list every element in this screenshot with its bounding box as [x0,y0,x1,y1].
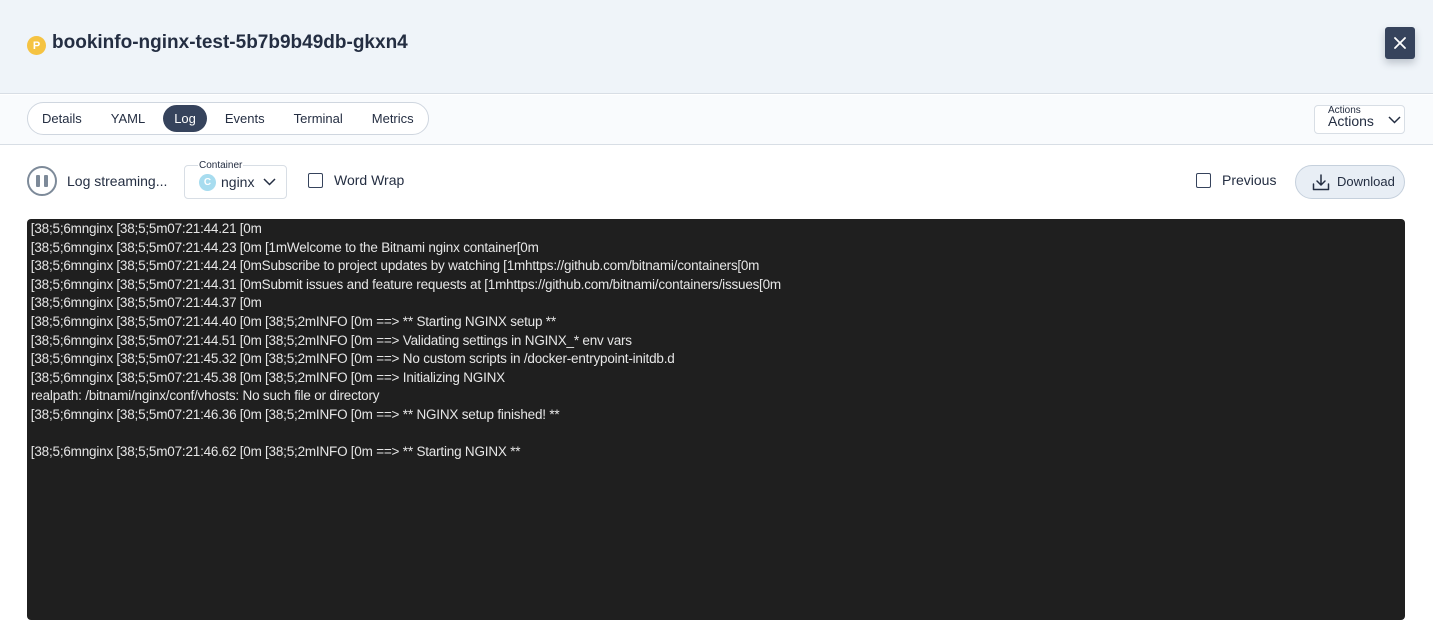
download-icon [1312,174,1330,191]
actions-label: Actions [1328,113,1374,129]
container-select-label: Container [198,160,243,171]
log-line: [38;5;6mnginx [38;5;5m07:21:44.24 [0m… [31,257,1405,276]
log-line: [38;5;6mnginx [38;5;5m07:21:45.32 [0m… [31,350,1405,369]
pod-title: bookinfo-nginx-test-5b7b9b49db-gkxn4 [52,32,408,54]
tab-terminal[interactable]: Terminal [283,105,354,132]
log-toolbar: Log streaming... Container C nginx Word … [0,146,1433,216]
log-line: [38;5;6mnginx [38;5;5m07:21:44.23 [0m… [31,239,1405,258]
log-line: [38;5;6mnginx [38;5;5m07:21:45.38 [0m… [31,369,1405,388]
tab-yaml[interactable]: YAML [100,105,156,132]
pause-button[interactable] [27,166,57,196]
log-line: [38;5;6mnginx [38;5;5m07:21:44.40 [0m… [31,313,1405,332]
tab-events[interactable]: Events [214,105,276,132]
stream-status-label: Log streaming... [67,173,167,189]
modal-header: P bookinfo-nginx-test-5b7b9b49db-gkxn4 [0,0,1433,94]
tab-group: Details YAML Log Events Terminal Metrics [27,102,429,135]
log-output[interactable]: [38;5;6mnginx [38;5;5m07:21:44.21 [0m… [27,219,1405,620]
log-line: [38;5;6mnginx [38;5;5m07:21:46.36 [0m… [31,406,1405,425]
close-button[interactable] [1385,27,1415,59]
container-value: nginx [221,174,254,190]
log-line: [38;5;6mnginx [38;5;5m07:21:44.31 [0m… [31,276,1405,295]
actions-dropdown[interactable]: Actions Actions [1314,105,1405,134]
tab-metrics[interactable]: Metrics [361,105,425,132]
pause-icon [36,175,40,187]
container-select[interactable]: Container C nginx [184,165,287,199]
previous-label[interactable]: Previous [1222,172,1276,188]
tab-log[interactable]: Log [163,105,207,132]
download-button[interactable]: Download [1295,165,1405,199]
chevron-down-icon [1388,116,1401,124]
pod-status-icon: P [27,36,46,55]
log-line: [38;5;6mnginx [38;5;5m07:21:46.62 [0m… [31,443,1405,462]
log-line: [38;5;6mnginx [38;5;5m07:21:44.37 [0m [31,294,1405,313]
log-line: realpath: /bitnami/nginx/conf/vhosts: No… [31,387,1405,406]
log-line [31,425,1405,444]
previous-checkbox[interactable] [1196,173,1211,188]
word-wrap-label[interactable]: Word Wrap [334,172,404,188]
log-line: [38;5;6mnginx [38;5;5m07:21:44.51 [0m… [31,332,1405,351]
tab-bar: Details YAML Log Events Terminal Metrics… [0,95,1433,145]
log-line: [38;5;6mnginx [38;5;5m07:21:44.21 [0m [31,220,1405,239]
download-label: Download [1337,174,1395,189]
chevron-down-icon [263,178,276,186]
container-icon: C [199,174,216,191]
word-wrap-checkbox[interactable] [308,173,323,188]
tab-details[interactable]: Details [31,105,93,132]
close-icon [1393,36,1407,50]
